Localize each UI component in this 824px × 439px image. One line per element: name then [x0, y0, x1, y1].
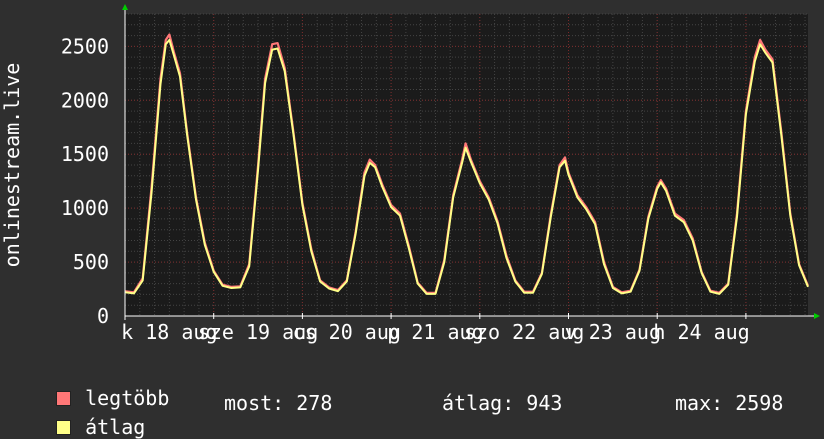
y-tick-label: 2500 — [61, 34, 109, 58]
stat-average: átlag: 943 — [442, 391, 563, 415]
y-axis-label: onlinestream.live — [0, 63, 24, 268]
stat-max: max: 2598 — [675, 391, 784, 415]
y-tick-label: 2000 — [61, 88, 109, 112]
stat-now: most: 278 — [224, 391, 333, 415]
legend-label-avg: átlag — [85, 415, 146, 439]
legend-swatch-avg — [56, 420, 72, 435]
x-tick-label: h 24 aug — [653, 320, 749, 344]
y-tick-label: 0 — [97, 304, 109, 328]
x-axis-arrow-icon — [814, 313, 820, 319]
legend-item-avg: átlag — [32, 391, 145, 439]
y-axis-arrow-icon — [122, 4, 128, 10]
y-tick-label: 500 — [73, 250, 109, 274]
x-tick-label: cs 20 aug — [293, 320, 401, 344]
x-tick-label: v 23 aug — [565, 320, 661, 344]
y-tick-label: 1500 — [61, 142, 109, 166]
y-tick-label: 1000 — [61, 196, 109, 220]
